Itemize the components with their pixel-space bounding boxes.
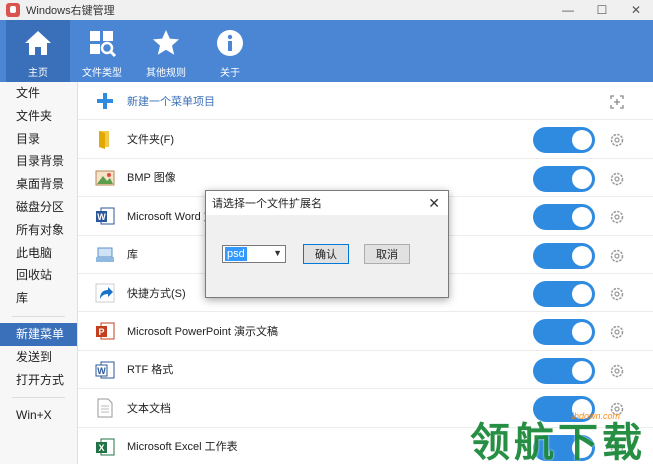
rtf-icon: W [94, 359, 116, 381]
gear-icon[interactable] [608, 131, 626, 149]
list-item-label: Microsoft Excel 工作表 [127, 441, 238, 454]
enable-toggle[interactable] [533, 127, 595, 154]
tab-other-rules-label: 其他规则 [146, 68, 186, 79]
sidebar-item-win-x[interactable]: Win+X [0, 404, 77, 427]
list-item-label: 文本文档 [127, 402, 171, 415]
add-item-icon[interactable] [608, 93, 626, 111]
dialog-body: psd ▼ 确认 取消 [206, 215, 448, 297]
enable-toggle[interactable] [533, 319, 595, 346]
enable-toggle[interactable] [533, 357, 595, 384]
list-item-label: RTF 格式 [127, 364, 174, 377]
confirm-button[interactable]: 确认 [303, 244, 349, 264]
window-title: Windows右键管理 [26, 5, 115, 17]
sidebar-item-send-to[interactable]: 发送到 [0, 346, 77, 369]
tab-other-rules[interactable]: 其他规则 [134, 20, 198, 82]
new-item-row[interactable]: 新建一个菜单项目 [78, 82, 653, 121]
sidebar-item-desktop-background[interactable]: 桌面背景 [0, 173, 77, 196]
sidebar-item-recycle-bin[interactable]: 回收站 [0, 264, 77, 287]
svg-text:W: W [97, 366, 106, 376]
toggle-knob [572, 130, 592, 151]
list-item-label: Microsoft PowerPoint 演示文稿 [127, 326, 278, 339]
gear-icon[interactable] [608, 247, 626, 265]
dialog-title-bar: 请选择一个文件扩展名 ✕ [206, 191, 448, 215]
tab-file-types-label: 文件类型 [82, 68, 122, 79]
toggle-knob [572, 207, 592, 228]
list-item-label: 快捷方式(S) [127, 287, 186, 300]
toggle-knob [572, 245, 592, 266]
svg-text:X: X [98, 443, 104, 453]
tab-about[interactable]: 关于 [198, 20, 262, 82]
sidebar-item-all-objects[interactable]: 所有对象 [0, 219, 77, 242]
info-icon [213, 26, 247, 60]
new-item-label[interactable]: 新建一个菜单项目 [127, 93, 215, 109]
excel-icon: X [94, 436, 116, 458]
tab-home-label: 主页 [28, 68, 48, 79]
list-item: 文件夹(F) [78, 120, 653, 159]
dialog-title: 请选择一个文件扩展名 [212, 198, 322, 210]
list-item: P Microsoft PowerPoint 演示文稿 [78, 312, 653, 351]
file-types-icon [85, 26, 119, 60]
sidebar: 文件 文件夹 目录 目录背景 桌面背景 磁盘分区 所有对象 此电脑 回收站 库 … [0, 82, 78, 464]
chevron-down-icon[interactable]: ▼ [273, 248, 282, 258]
svg-text:P: P [98, 327, 104, 337]
extension-select-value: psd [225, 247, 247, 261]
watermark-url: lhdown.com [572, 411, 621, 421]
powerpoint-icon: P [94, 320, 116, 342]
tab-file-types[interactable]: 文件类型 [70, 20, 134, 82]
sidebar-item-new-menu[interactable]: 新建菜单 [0, 322, 77, 346]
text-doc-icon [94, 397, 116, 419]
plus-icon[interactable] [94, 90, 116, 112]
sidebar-item-open-with[interactable]: 打开方式 [0, 369, 77, 392]
sidebar-item-this-pc[interactable]: 此电脑 [0, 242, 77, 265]
list-item-label: 库 [127, 249, 138, 262]
toggle-knob [572, 360, 592, 381]
list-item: W RTF 格式 [78, 351, 653, 390]
window-controls: — ☐ ✕ [551, 0, 653, 20]
extension-select[interactable]: psd ▼ [222, 245, 286, 263]
title-bar: Windows右键管理 — ☐ ✕ [0, 0, 653, 20]
svg-text:W: W [97, 212, 106, 222]
tab-about-label: 关于 [220, 68, 240, 79]
minimize-button[interactable]: — [551, 0, 585, 20]
maximize-button[interactable]: ☐ [585, 0, 619, 20]
library-icon [94, 244, 116, 266]
cancel-button[interactable]: 取消 [364, 244, 410, 264]
close-button[interactable]: ✕ [619, 0, 653, 20]
toggle-knob [572, 283, 592, 304]
main-toolbar: 主页 文件类型 其他规则 关于 [0, 20, 653, 82]
gear-icon[interactable] [608, 323, 626, 341]
sidebar-item-directory-background[interactable]: 目录背景 [0, 150, 77, 173]
sidebar-divider [12, 315, 65, 317]
app-logo-icon [6, 3, 20, 17]
app-window: Windows右键管理 — ☐ ✕ 主页 文件类型 其他规则 关于 文件 文件夹… [0, 0, 653, 464]
sidebar-item-directory[interactable]: 目录 [0, 128, 77, 151]
tab-home[interactable]: 主页 [6, 20, 70, 82]
list-item-label: Microsoft Word 文 [127, 210, 215, 223]
sidebar-item-folder[interactable]: 文件夹 [0, 105, 77, 128]
sidebar-item-disk-partition[interactable]: 磁盘分区 [0, 196, 77, 219]
enable-toggle[interactable] [533, 280, 595, 307]
sidebar-item-file[interactable]: 文件 [0, 82, 77, 105]
gear-icon[interactable] [608, 362, 626, 380]
toggle-knob [572, 322, 592, 343]
home-icon [21, 26, 55, 60]
enable-toggle[interactable] [533, 242, 595, 269]
enable-toggle[interactable] [533, 204, 595, 231]
word-icon: W [94, 205, 116, 227]
folder-icon [94, 128, 116, 150]
list-item-label: 文件夹(F) [127, 134, 175, 147]
bmp-image-icon [94, 167, 116, 189]
sidebar-item-library[interactable]: 库 [0, 287, 77, 310]
enable-toggle[interactable] [533, 165, 595, 192]
dialog-close-button[interactable]: ✕ [428, 195, 440, 212]
list-item-label: BMP 图像 [127, 172, 176, 185]
shortcut-icon [94, 282, 116, 304]
toggle-knob [572, 168, 592, 189]
gear-icon[interactable] [608, 285, 626, 303]
star-icon [149, 26, 183, 60]
gear-icon[interactable] [608, 208, 626, 226]
file-extension-dialog: 请选择一个文件扩展名 ✕ psd ▼ 确认 取消 [205, 190, 449, 298]
gear-icon[interactable] [608, 170, 626, 188]
sidebar-divider [12, 397, 65, 399]
